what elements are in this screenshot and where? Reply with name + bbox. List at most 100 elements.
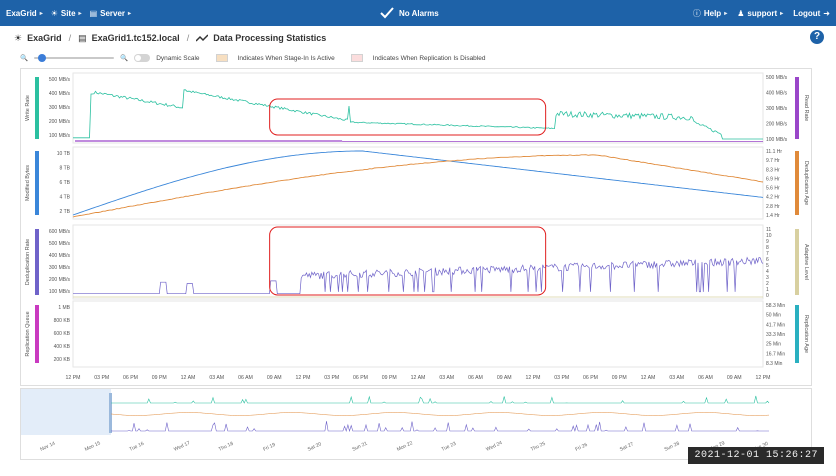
right-tick-label: 11.1 Hr xyxy=(766,149,782,155)
overview-write-rate-series xyxy=(111,395,770,404)
left-tick-label: 300 MB/s xyxy=(49,105,71,111)
zoom-slider-track xyxy=(34,57,115,59)
left-tick-label: 6 TB xyxy=(60,180,71,186)
x-tick-label: 03 AM xyxy=(209,375,224,381)
nav-left: ExaGrid ▸ ☀ Site ▸ ▤ Server ▸ xyxy=(0,9,131,18)
server-icon: ▤ xyxy=(89,8,98,18)
breadcrumb: ☀ ExaGrid / ▤ ExaGrid1.tc152.local / Dat… xyxy=(0,28,836,48)
stage-in-swatch xyxy=(215,54,228,62)
right-tick-label: 0 xyxy=(766,293,769,299)
left-series-color-bar xyxy=(35,305,39,363)
right-tick-label: 25 Min xyxy=(766,342,781,348)
left-axis-title: Modified Bytes xyxy=(25,165,31,201)
checkmark-icon xyxy=(380,7,394,19)
help-menu[interactable]: ⓘ Help ▸ xyxy=(693,8,727,19)
left-tick-label: 100 MB/s xyxy=(49,289,71,295)
write-rate-chart: Write Rate Read Rate 500 MB/s 400 MB/s 300 M… xyxy=(25,72,809,144)
modified-bytes-chart: Modified Bytes Deduplication Age 10 TB 8 TB… xyxy=(25,146,809,220)
server-icon: ▤ xyxy=(78,32,87,43)
x-tick-label: 12 PM xyxy=(296,375,311,381)
left-axis-title: Replication Queue xyxy=(25,311,31,356)
caret-right-icon: ▸ xyxy=(78,10,82,17)
user-menu[interactable]: ♟ support ▸ xyxy=(737,9,783,18)
zoom-in-icon[interactable]: 🔍 xyxy=(120,54,128,62)
left-tick-label: 400 KB xyxy=(54,344,71,350)
right-series-color-bar xyxy=(795,77,799,139)
x-tick-label: 12 PM xyxy=(526,375,541,381)
server-menu[interactable]: ▤ Server ▸ xyxy=(90,9,132,18)
left-tick-label: 200 MB/s xyxy=(49,119,71,125)
logout-button[interactable]: Logout ➜ xyxy=(793,9,830,18)
zoom-slider[interactable] xyxy=(34,53,115,63)
line-chart-icon xyxy=(196,33,209,42)
site-menu[interactable]: ☀ Site ▸ xyxy=(51,9,82,18)
page-title: Data Processing Statistics xyxy=(213,33,327,43)
zoom-slider-handle[interactable] xyxy=(38,54,47,62)
left-tick-label: 4 TB xyxy=(60,195,71,201)
left-tick-label: 400 MB/s xyxy=(49,253,71,259)
right-tick-label: 5.6 Hr xyxy=(766,186,780,192)
stats-chart-svg[interactable]: Write Rate Read Rate 500 MB/s 400 MB/s 300 M… xyxy=(21,69,811,385)
plot-area xyxy=(72,300,764,368)
toggle-knob xyxy=(135,55,142,61)
left-tick-label: 600 MB/s xyxy=(49,229,71,235)
breadcrumb-root[interactable]: ExaGrid xyxy=(27,33,62,43)
x-tick-label: 09 AM xyxy=(267,375,282,381)
right-tick-label: 400 MB/s xyxy=(766,91,788,97)
site-icon: ☀ xyxy=(50,8,58,18)
breadcrumb-server[interactable]: ExaGrid1.tc152.local xyxy=(92,33,180,43)
x-tick-label: 12 AM xyxy=(411,375,426,381)
left-tick-label: 2 TB xyxy=(60,209,71,215)
x-tick-label: 03 PM xyxy=(554,375,569,381)
right-tick-label: 4.2 Hr xyxy=(766,195,780,201)
x-tick-label: 06 AM xyxy=(468,375,483,381)
right-tick-label: 300 MB/s xyxy=(766,106,788,112)
right-tick-label: 1.4 Hr xyxy=(766,213,780,219)
alarm-status[interactable]: No Alarms xyxy=(380,0,439,26)
stats-chart-panel: Write Rate Read Rate 500 MB/s 400 MB/s 300 M… xyxy=(20,68,812,386)
page-help-icon[interactable]: ? xyxy=(810,30,824,44)
replication-disabled-swatch xyxy=(350,54,363,62)
x-tick-label: 06 PM xyxy=(123,375,138,381)
right-tick-label: 6.9 Hr xyxy=(766,176,780,182)
right-tick-label: 9.7 Hr xyxy=(766,158,780,164)
dynamic-scale-toggle[interactable] xyxy=(134,54,151,62)
user-label: support xyxy=(747,8,778,18)
x-tick-label: 03 PM xyxy=(94,375,109,381)
overview-date-label: Wed 17 xyxy=(173,440,191,453)
overview-date-label: Sat 27 xyxy=(619,441,635,453)
overview-date-label: Wed 24 xyxy=(485,440,503,453)
overview-dedup-rate-series xyxy=(110,421,769,433)
overview-date-label: Thu 18 xyxy=(218,441,235,453)
x-tick-label: 03 AM xyxy=(439,375,454,381)
overview-date-label: Tue 16 xyxy=(128,441,145,453)
overview-dedup-age-series xyxy=(110,412,770,416)
overview-date-label: Tue 23 xyxy=(441,441,458,453)
right-tick-label: 8.3 Min xyxy=(766,361,783,367)
right-tick-label: 33.3 Min xyxy=(766,332,785,338)
overview-date-label: Mon 22 xyxy=(396,440,414,453)
capture-timestamp: 2021-12-01 15:26:27 xyxy=(688,447,824,464)
zoom-out-icon[interactable]: 🔍 xyxy=(20,54,28,62)
left-tick-label: 600 KB xyxy=(54,331,71,337)
overview-date-label: Thu 25 xyxy=(530,441,547,453)
brand-menu[interactable]: ExaGrid ▸ xyxy=(6,9,43,18)
x-tick-label: 09 AM xyxy=(727,375,742,381)
right-axis-title: Adaptive Level xyxy=(803,244,809,280)
left-tick-label: 500 MB/s xyxy=(49,241,71,247)
overview-date-label: Fri 19 xyxy=(262,442,276,453)
caret-right-icon: ▸ xyxy=(39,10,43,17)
app-root: ExaGrid ▸ ☀ Site ▸ ▤ Server ▸ No Alarms … xyxy=(0,0,836,476)
x-tick-label: 09 PM xyxy=(152,375,167,381)
x-tick-label: 09 AM xyxy=(497,375,512,381)
x-tick-label: 03 PM xyxy=(324,375,339,381)
replication-queue-chart: Replication Queue Replication Age 1 MB 800 … xyxy=(25,300,809,368)
left-tick-label: 300 MB/s xyxy=(49,265,71,271)
x-tick-label: 09 PM xyxy=(382,375,397,381)
x-tick-label: 12 PM xyxy=(756,375,771,381)
alarm-status-label: No Alarms xyxy=(399,8,439,18)
right-axis-title: Replication Age xyxy=(803,315,809,353)
x-axis: 12 PM 03 PM 06 PM 09 PM 12 AM 03 AM 06 AM 09 AM… xyxy=(66,375,771,381)
right-series-color-bar xyxy=(795,305,799,363)
overview-selection-window xyxy=(21,389,111,435)
